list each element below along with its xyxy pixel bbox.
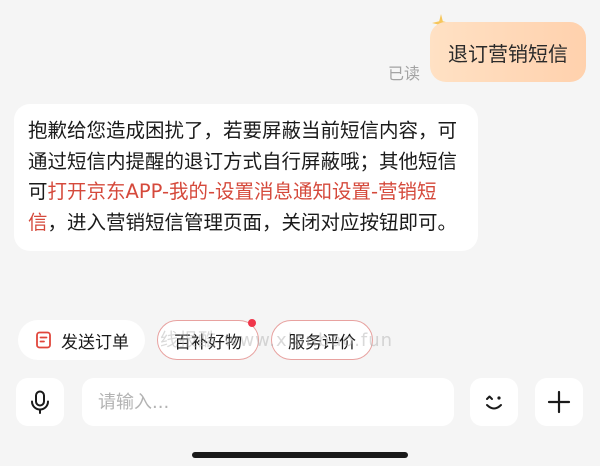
subsidy-goods-chip[interactable]: 百补好物 [157, 319, 259, 360]
user-message-text: 退订营销短信 [448, 41, 568, 66]
user-message-bubble: 退订营销短信 [430, 22, 586, 82]
bot-message-text-end: ，进入营销短信管理页面，关闭对应按钮即可。 [47, 210, 458, 234]
send-order-chip[interactable]: 发送订单 [18, 320, 145, 360]
plus-icon [547, 390, 571, 414]
composer-bar [0, 368, 600, 466]
more-button[interactable] [535, 378, 583, 426]
subsidy-goods-label: 百补好物 [174, 332, 242, 353]
voice-button[interactable] [16, 378, 64, 426]
emoji-icon [486, 395, 502, 410]
service-rating-chip[interactable]: 服务评价 [271, 320, 373, 360]
read-status: 已读 [387, 64, 420, 83]
emoji-button[interactable] [470, 378, 518, 426]
send-order-label: 发送订单 [61, 332, 129, 353]
notification-dot [248, 319, 256, 327]
microphone-icon [31, 390, 49, 414]
home-indicator [192, 452, 408, 458]
message-input[interactable] [82, 378, 454, 426]
order-icon [36, 331, 51, 349]
quick-actions: 发送订单 百补好物 服务评价 [18, 319, 373, 360]
bot-message-bubble: 抱歉给您造成困扰了，若要屏蔽当前短信内容，可通过短信内提醒的退订方式自行屏蔽哦；… [14, 104, 478, 251]
service-rating-label: 服务评价 [288, 332, 356, 353]
